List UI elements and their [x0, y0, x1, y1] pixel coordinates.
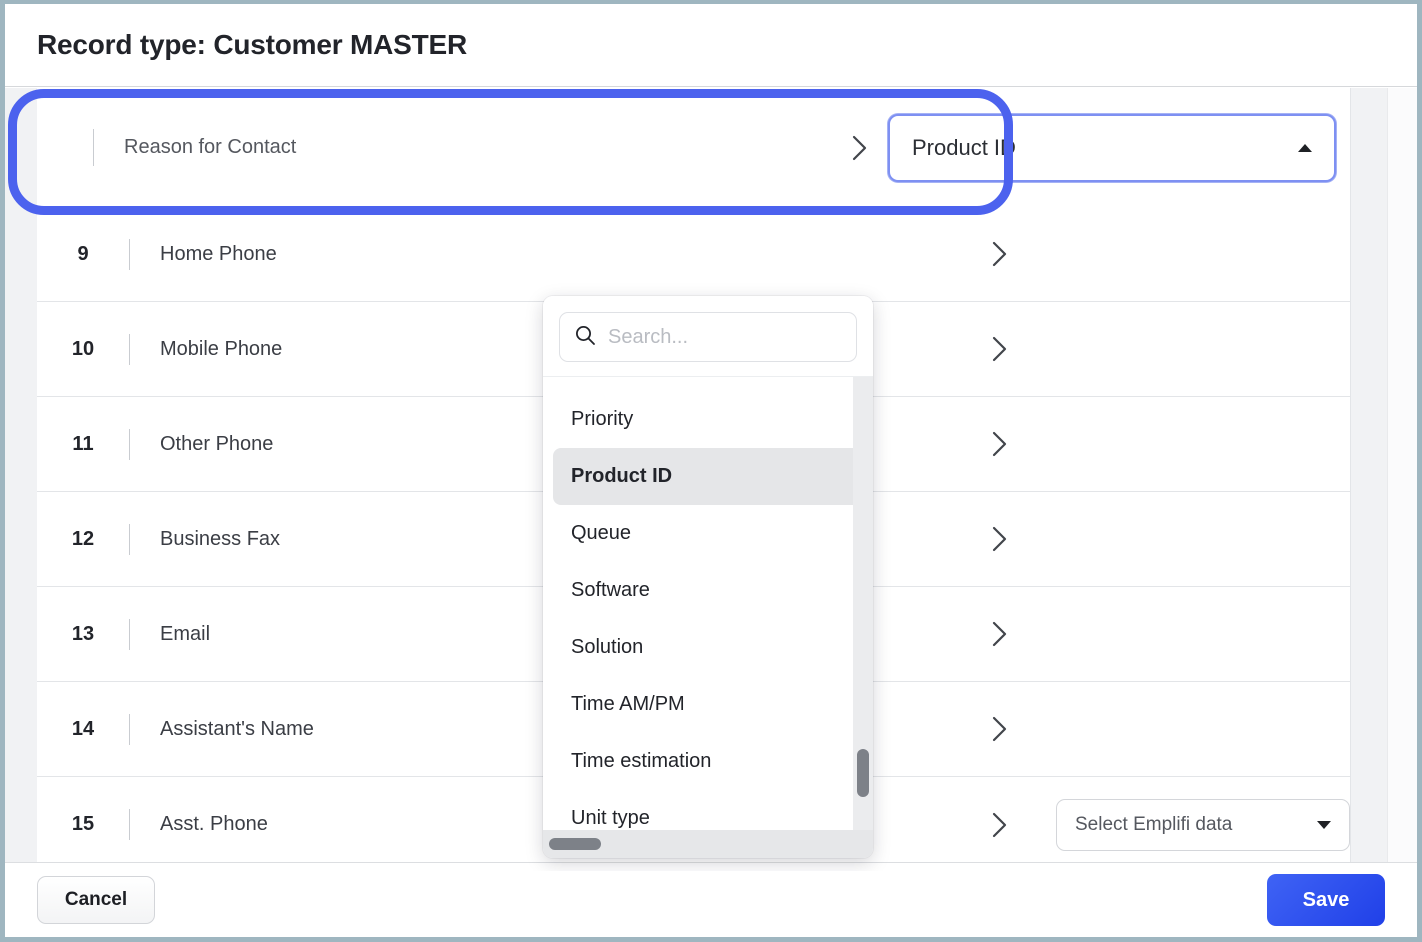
row-number: 9 — [37, 243, 129, 266]
modal-header: Record type: Customer MASTER — [5, 4, 1417, 87]
chevron-right-icon[interactable] — [980, 812, 1020, 838]
dropdown-vertical-scrollbar-thumb[interactable] — [857, 749, 869, 797]
dropdown-option-label: Unit type — [571, 807, 650, 830]
dropdown-option-label: Time AM/PM — [571, 693, 685, 716]
field-mapping-grid: Reason for Contact Product ID 9 Home Pho… — [5, 88, 1417, 871]
dropdown-option[interactable]: Time estimation — [553, 733, 863, 790]
search-icon — [574, 324, 596, 351]
left-gutter — [5, 88, 37, 871]
search-input[interactable]: Search... — [559, 312, 857, 362]
cancel-button[interactable]: Cancel — [37, 876, 155, 924]
dropdown-option-selected[interactable]: Product ID — [553, 448, 863, 505]
row-label: Home Phone — [160, 243, 980, 266]
dropdown-option-list: Priority Product ID Queue Software Solut… — [543, 376, 873, 830]
row-divider — [129, 524, 130, 555]
table-row-reason-for-contact[interactable]: Reason for Contact Product ID — [37, 88, 1350, 207]
dropdown-option-label: Priority — [571, 408, 633, 431]
emplifi-data-dropdown-panel: Search... Priority Product ID Queue Soft… — [543, 296, 873, 858]
page-title: Record type: Customer MASTER — [37, 29, 467, 61]
row-divider — [129, 429, 130, 460]
dropdown-option[interactable]: Unit type — [553, 790, 863, 830]
dropdown-option[interactable]: Priority — [553, 391, 863, 448]
chevron-right-icon[interactable] — [980, 431, 1020, 457]
dropdown-option-label: Solution — [571, 636, 643, 659]
dropdown-horizontal-scrollbar-thumb[interactable] — [549, 838, 601, 850]
row-number: 12 — [37, 528, 129, 551]
dropdown-option-label: Queue — [571, 522, 631, 545]
search-placeholder: Search... — [608, 326, 688, 349]
right-gutter — [1350, 88, 1387, 871]
save-button[interactable]: Save — [1267, 874, 1385, 926]
row-number: 11 — [37, 433, 129, 456]
vertical-scrollbar-track[interactable] — [1387, 88, 1417, 871]
chevron-right-icon[interactable] — [980, 621, 1020, 647]
chevron-right-icon[interactable] — [980, 526, 1020, 552]
dropdown-vertical-scrollbar-track[interactable] — [853, 377, 873, 830]
row-number: 13 — [37, 623, 129, 646]
row-divider — [129, 714, 130, 745]
row-label: Reason for Contact — [124, 136, 840, 159]
chevron-right-icon[interactable] — [980, 716, 1020, 742]
dropdown-search-bar: Search... — [543, 296, 873, 376]
table-row[interactable]: 9 Home Phone — [37, 207, 1350, 302]
emplifi-data-select-open[interactable]: Product ID — [888, 114, 1336, 182]
record-type-modal: Record type: Customer MASTER Reason for … — [0, 0, 1422, 942]
dropdown-option[interactable]: Time AM/PM — [553, 676, 863, 733]
select-value: Product ID — [912, 135, 1016, 161]
dropdown-option-label: Time estimation — [571, 750, 711, 773]
dropdown-option[interactable]: Queue — [553, 505, 863, 562]
row-divider — [129, 809, 130, 840]
emplifi-data-select[interactable]: Select Emplifi data — [1056, 799, 1350, 851]
dropdown-option-label: Software — [571, 579, 650, 602]
row-number: 10 — [37, 338, 129, 361]
dropdown-horizontal-scrollbar-track[interactable] — [543, 830, 873, 858]
row-number: 14 — [37, 718, 129, 741]
select-value: Select Emplifi data — [1075, 814, 1232, 836]
row-divider — [129, 334, 130, 365]
row-divider — [129, 239, 130, 270]
row-number: 15 — [37, 813, 129, 836]
dropdown-option-label: Product ID — [571, 465, 672, 488]
caret-up-icon[interactable] — [1298, 144, 1312, 152]
row-divider — [129, 619, 130, 650]
row-divider — [93, 129, 94, 166]
chevron-right-icon[interactable] — [980, 241, 1020, 267]
modal-footer: Cancel Save — [5, 862, 1417, 937]
dropdown-option[interactable]: Solution — [553, 619, 863, 676]
chevron-right-icon[interactable] — [980, 336, 1020, 362]
chevron-right-icon[interactable] — [840, 135, 880, 161]
dropdown-option[interactable]: Software — [553, 562, 863, 619]
row-value-cell: Select Emplifi data — [1020, 799, 1350, 851]
caret-down-icon[interactable] — [1317, 821, 1331, 829]
